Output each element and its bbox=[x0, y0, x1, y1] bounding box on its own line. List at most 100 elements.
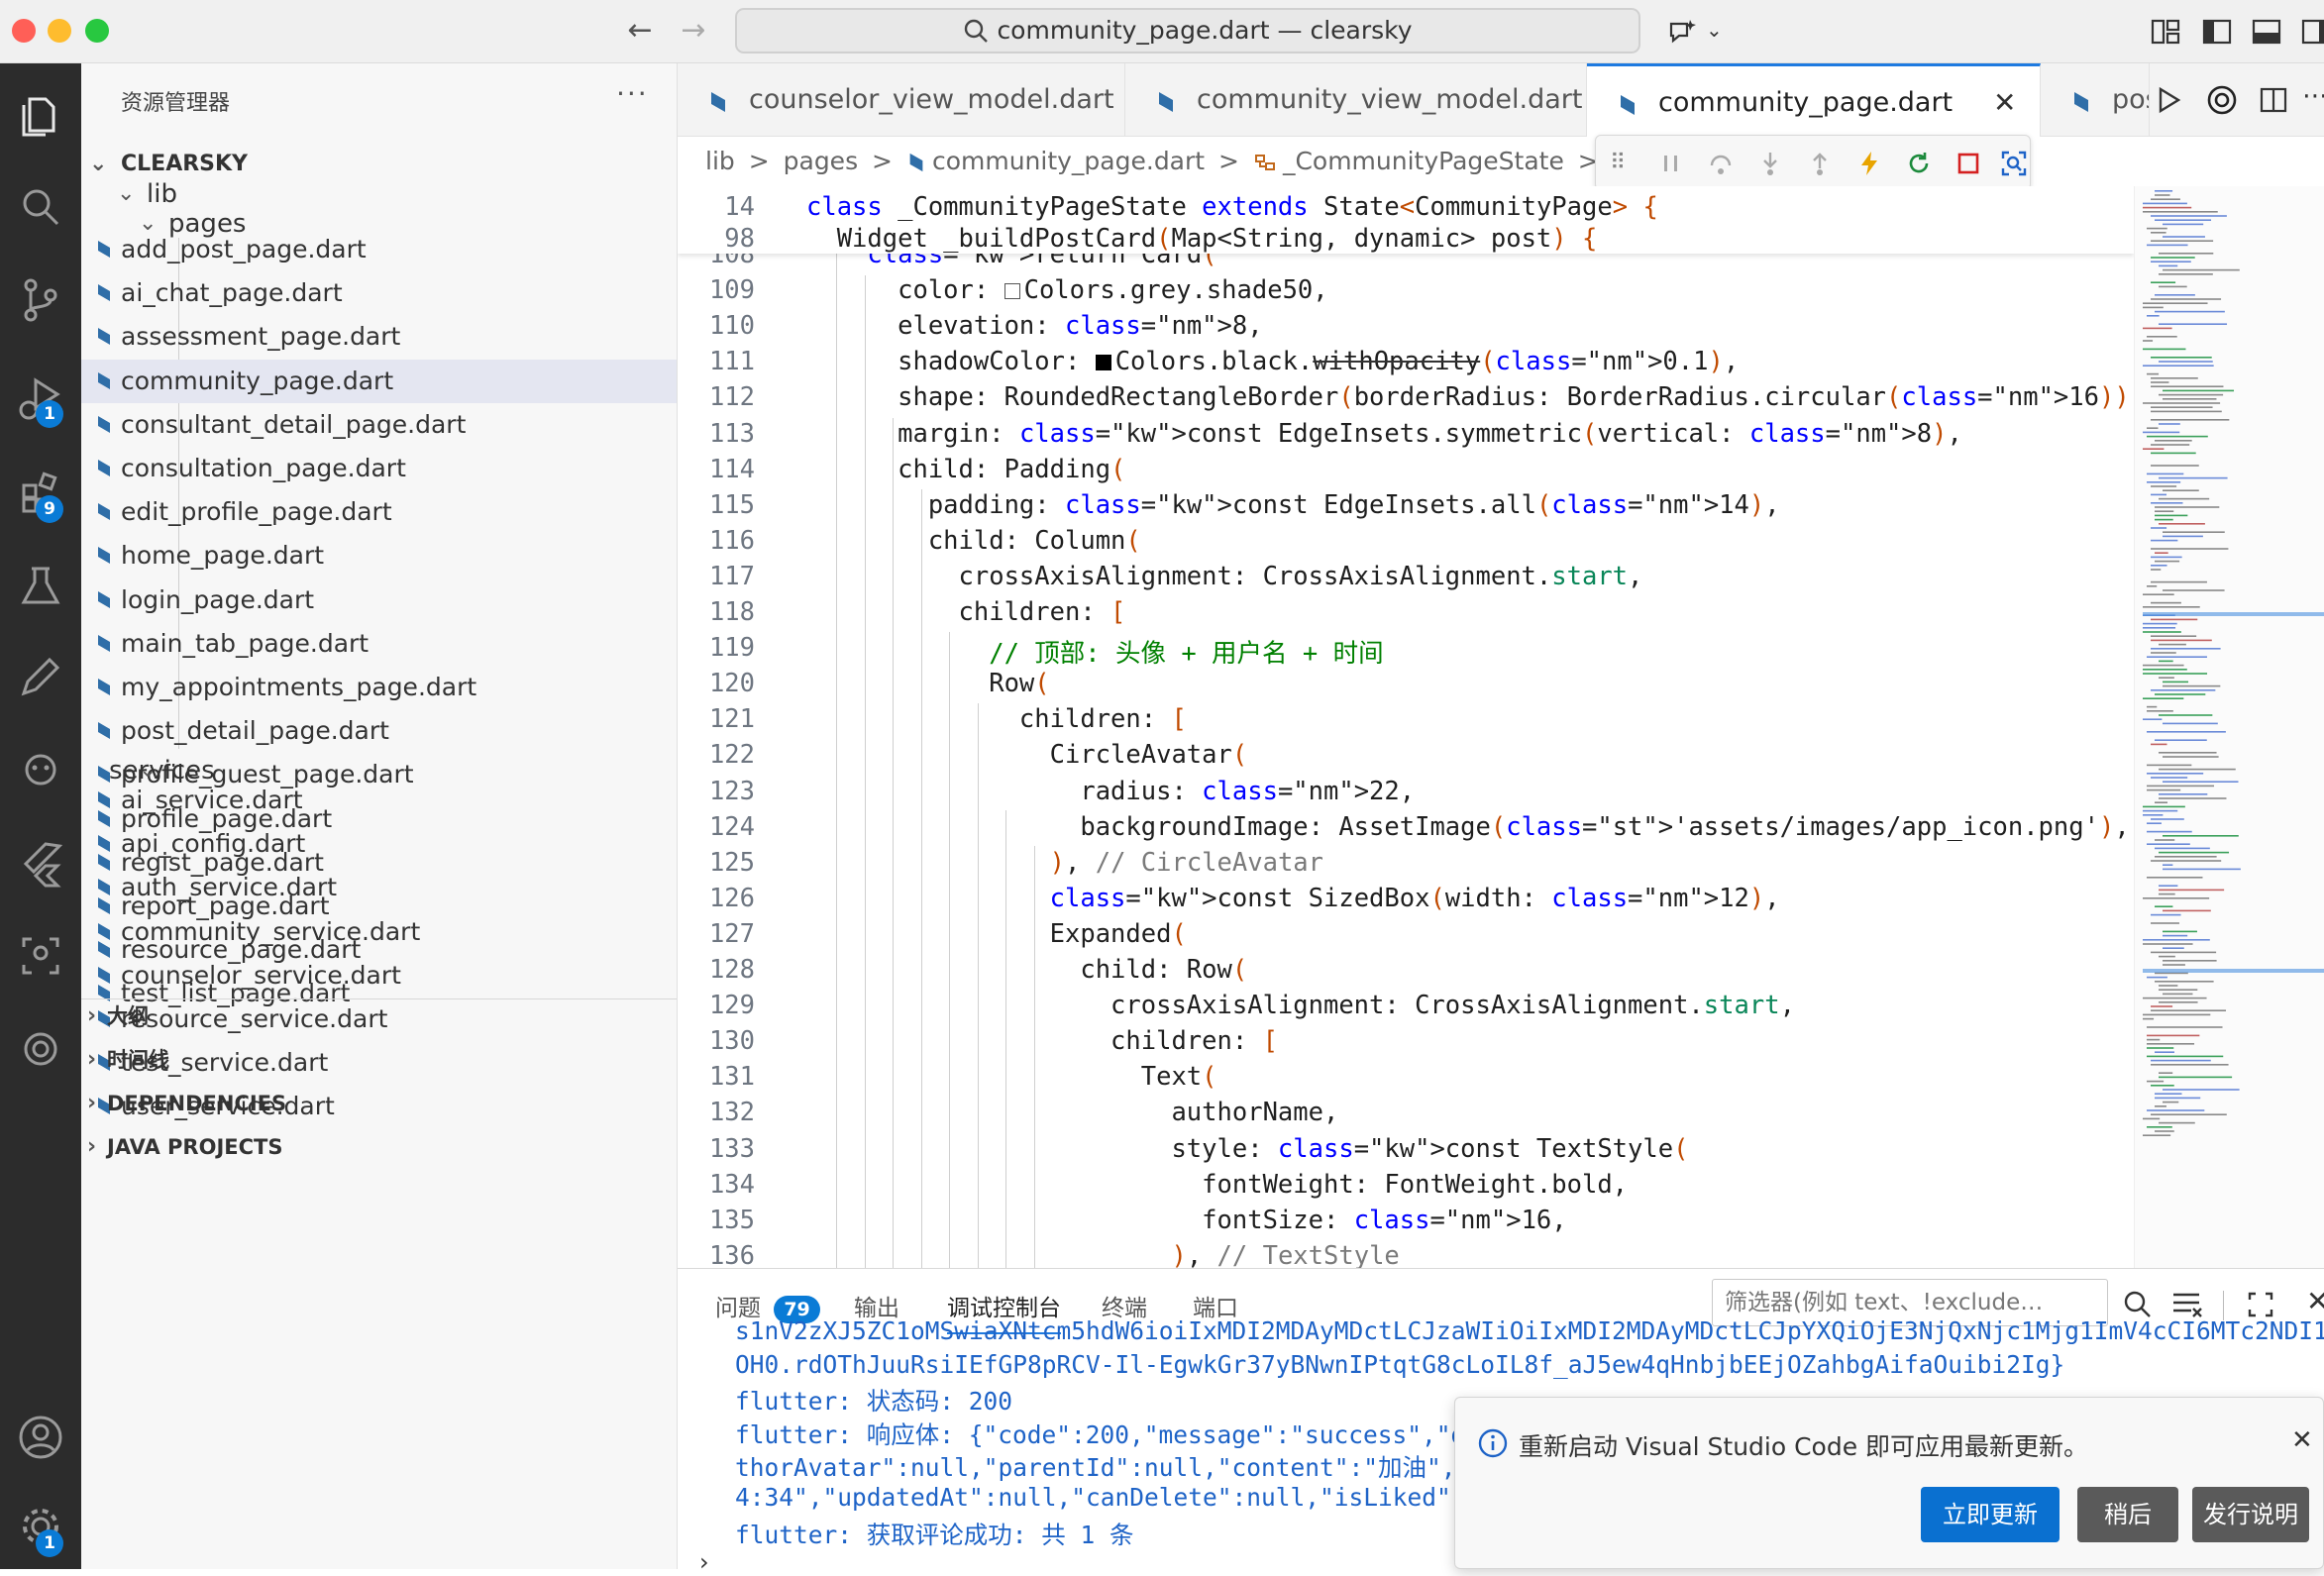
file-item[interactable]: my_appointments_page.dart bbox=[81, 666, 677, 709]
more-actions-icon[interactable]: ⋯ bbox=[2302, 81, 2324, 111]
step-into-icon[interactable] bbox=[1756, 150, 1784, 177]
tab-community-page[interactable]: community_page.dart ✕ bbox=[1587, 63, 2041, 137]
file-item[interactable]: ai_chat_page.dart bbox=[81, 271, 677, 315]
edit-pen-icon[interactable] bbox=[14, 650, 67, 703]
file-item[interactable]: api_config.dart bbox=[81, 822, 677, 866]
file-item[interactable]: assessment_page.dart bbox=[81, 315, 677, 359]
drag-handle-icon[interactable]: ⠿ bbox=[1610, 150, 1637, 177]
breadcrumb-pages[interactable]: pages bbox=[784, 147, 858, 175]
file-name: add_post_page.dart bbox=[121, 235, 367, 263]
breadcrumb-file[interactable]: community_page.dart bbox=[932, 147, 1205, 175]
close-tab-icon[interactable]: ✕ bbox=[1993, 66, 2016, 137]
chatgpt-icon[interactable] bbox=[14, 1022, 67, 1076]
chatgpt-icon[interactable] bbox=[2205, 83, 2239, 117]
file-item[interactable]: add_post_page.dart bbox=[81, 228, 677, 271]
close-window-button[interactable] bbox=[12, 19, 36, 43]
clear-console-icon[interactable] bbox=[2171, 1291, 2203, 1318]
console-input-chevron-icon[interactable]: › bbox=[699, 1548, 709, 1576]
update-now-button[interactable]: 立即更新 bbox=[1921, 1487, 2060, 1542]
forward-arrow-icon[interactable]: → bbox=[674, 12, 713, 52]
testing-icon[interactable] bbox=[14, 559, 67, 612]
command-center[interactable]: community_page.dart — clearsky bbox=[735, 8, 1640, 53]
file-item[interactable]: consultation_page.dart bbox=[81, 447, 677, 490]
file-item[interactable]: consultant_detail_page.dart bbox=[81, 403, 677, 447]
stop-icon[interactable] bbox=[1954, 150, 1982, 177]
later-button[interactable]: 稍后 bbox=[2077, 1487, 2178, 1542]
file-item[interactable]: post_detail_page.dart bbox=[81, 709, 677, 753]
section-title: 大纲 bbox=[107, 1004, 149, 1028]
file-item[interactable]: login_page.dart bbox=[81, 578, 677, 622]
remote-explorer-icon[interactable] bbox=[14, 743, 67, 796]
copilot-icon[interactable] bbox=[1666, 16, 1698, 48]
code-editor[interactable]: 108 class="kw">return Card(109 color: Co… bbox=[678, 186, 2134, 1268]
dart-file-icon bbox=[98, 503, 110, 521]
inspect-widget-icon[interactable] bbox=[2000, 150, 2028, 177]
split-editor-icon[interactable] bbox=[2259, 85, 2288, 115]
title-bar: ← → community_page.dart — clearsky ⌄ bbox=[0, 0, 2324, 63]
explorer-title: 资源管理器 bbox=[121, 91, 231, 116]
file-name: edit_profile_page.dart bbox=[121, 497, 392, 527]
explorer-icon[interactable] bbox=[14, 87, 67, 141]
more-actions-icon[interactable]: ··· bbox=[616, 77, 649, 110]
file-name: assessment_page.dart bbox=[121, 322, 401, 352]
layout-customize-icon[interactable] bbox=[2150, 16, 2181, 48]
section-header[interactable]: › 大纲 bbox=[81, 995, 677, 1038]
step-out-icon[interactable] bbox=[1806, 150, 1834, 177]
line-number: 117 bbox=[708, 561, 755, 591]
indent-guide bbox=[949, 632, 950, 1268]
section-header[interactable]: › 时间线 bbox=[81, 1038, 677, 1082]
breadcrumb-class[interactable]: _CommunityPageState bbox=[1283, 147, 1564, 175]
dart-file-icon bbox=[98, 922, 110, 940]
run-file-icon[interactable] bbox=[2154, 85, 2183, 115]
file-item[interactable]: community_service.dart bbox=[81, 910, 677, 954]
line-number: 131 bbox=[708, 1062, 755, 1093]
restart-icon[interactable] bbox=[1905, 150, 1933, 177]
dart-file-icon bbox=[98, 328, 110, 346]
account-icon[interactable] bbox=[14, 1411, 67, 1464]
toggle-panel-icon[interactable] bbox=[2251, 16, 2282, 48]
flutter-icon[interactable] bbox=[14, 836, 67, 890]
section-header[interactable]: › JAVA PROJECTS bbox=[81, 1125, 677, 1169]
search-icon bbox=[965, 19, 989, 43]
file-item[interactable]: auth_service.dart bbox=[81, 866, 677, 909]
file-item[interactable]: home_page.dart bbox=[81, 534, 677, 578]
file-item[interactable]: main_tab_page.dart bbox=[81, 622, 677, 666]
tab-community-view-model[interactable]: community_view_model.dart bbox=[1125, 63, 1587, 137]
close-notification-icon[interactable]: ✕ bbox=[2291, 1425, 2313, 1455]
line-number: 120 bbox=[708, 669, 755, 699]
console-output-line: flutter: 获取评论成功: 共 1 条 bbox=[735, 1520, 1134, 1549]
file-item[interactable]: edit_profile_page.dart bbox=[81, 490, 677, 534]
file-item[interactable]: counselor_service.dart bbox=[81, 954, 677, 998]
pause-icon[interactable] bbox=[1657, 150, 1685, 177]
minimap[interactable] bbox=[2134, 186, 2324, 1268]
line-number: 111 bbox=[708, 347, 755, 377]
file-name: auth_service.dart bbox=[121, 873, 338, 902]
tab-counselor-view-model[interactable]: counselor_view_model.dart bbox=[678, 63, 1125, 137]
code-line: shape: RoundedRectangleBorder(borderRadi… bbox=[806, 382, 2134, 413]
chevron-down-icon[interactable]: ⌄ bbox=[1706, 18, 1723, 42]
file-name: consultant_detail_page.dart bbox=[121, 409, 467, 439]
minimize-window-button[interactable] bbox=[48, 19, 71, 43]
class-symbol-icon bbox=[1254, 155, 1275, 170]
dart-file-icon bbox=[98, 371, 110, 389]
source-control-icon[interactable] bbox=[14, 273, 67, 327]
toggle-secondary-sidebar-icon[interactable] bbox=[2300, 16, 2324, 48]
hot-reload-icon[interactable] bbox=[1855, 150, 1883, 177]
tab-post-detail-page[interactable]: post_detail_page.dart bbox=[2041, 63, 2150, 137]
back-arrow-icon[interactable]: ← bbox=[620, 12, 660, 52]
file-name: consultation_page.dart bbox=[121, 454, 406, 482]
section-header[interactable]: › DEPENDENCIES bbox=[81, 1082, 677, 1125]
maximize-panel-icon[interactable] bbox=[2247, 1291, 2274, 1318]
screen-capture-icon[interactable] bbox=[14, 929, 67, 983]
code-line: radius: class="nm">22, bbox=[806, 776, 1416, 806]
maximize-window-button[interactable] bbox=[85, 19, 109, 43]
release-notes-button[interactable]: 发行说明 bbox=[2192, 1487, 2309, 1542]
dart-file-icon bbox=[98, 547, 110, 565]
file-item[interactable]: community_page.dart bbox=[81, 359, 677, 403]
toggle-primary-sidebar-icon[interactable] bbox=[2201, 16, 2233, 48]
close-panel-icon[interactable]: ✕ bbox=[2306, 1285, 2324, 1317]
file-item[interactable]: ai_service.dart bbox=[81, 779, 677, 822]
search-icon[interactable] bbox=[14, 180, 67, 234]
step-over-icon[interactable] bbox=[1707, 150, 1735, 177]
breadcrumb-lib[interactable]: lib bbox=[705, 147, 735, 175]
